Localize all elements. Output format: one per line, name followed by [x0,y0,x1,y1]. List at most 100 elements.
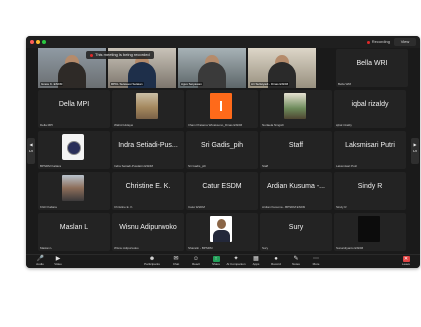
recording-label: Recording [371,39,390,44]
notes-button[interactable]: ✎ Notes [286,256,306,268]
participant-display-name: Ardian Kusuma -... [267,183,325,190]
participant-name: Christine E. K. [114,205,134,209]
participant-tile[interactable]: Maslan L Maslan L [38,213,110,251]
close-window-button[interactable] [30,40,34,44]
participant-tile[interactable]: Sunardiyanto ESDM [334,213,406,251]
profile-photo [210,216,232,242]
participant-tile[interactable]: Christine E. K. Christine E. K. [112,172,184,210]
participant-tile[interactable]: Catur ESDM Catur ESDM [186,172,258,210]
participant-tile[interactable]: Nurlaela Ningsih [260,90,332,128]
participant-name: KGD Kaltara [40,205,57,209]
participant-display-name: Wisnu Adipurwoko [119,224,177,231]
profile-photo [62,175,84,201]
participant-tile[interactable]: Indra Setiadi-Pus... Indra Setiadi-Pusda… [112,131,184,169]
minimize-window-button[interactable] [36,40,40,44]
participants-label: Participants [144,262,160,266]
meeting-toolbar: 🎤 Audio ▶ Video ☻ Participants ✉ Chat ☺ … [26,254,420,268]
participant-name: Sunardiyanto ESDM [336,246,364,250]
participant-display-name: Sri Gadis_pih [200,142,244,149]
participant-tile[interactable]: Irham Pratama Wicaksono_Dinas ESDM [186,90,258,128]
chat-button[interactable]: ✉ Chat [166,256,186,268]
record-button[interactable]: ● Record [266,256,286,268]
participant-name: Wahid Hidayat [114,123,134,127]
next-page-button[interactable]: ▶ 1/2 [411,138,419,164]
participant-name: Catur ESDM [188,205,205,209]
previous-page-button[interactable]: ◀ 1/2 [27,138,35,164]
audio-button[interactable]: 🎤 Audio [30,256,50,268]
profile-photo [284,93,306,119]
participant-display-name: iqbal rizaldy [351,101,389,108]
participant-tile[interactable]: Sri Gadis_pih Sri Gadis_pih [186,131,258,169]
participant-name: Della MPI [40,123,54,127]
participant-tile[interactable]: BPSDM Kaltara [38,131,110,169]
participant-tile[interactable]: Della MPI Della MPI [38,90,110,128]
view-button[interactable]: View [394,38,416,46]
participant-name: BPSDM Kaltara [40,164,62,168]
participant-tile[interactable]: Bella WRI Bella WRI [336,49,408,87]
apps-label: Apps [252,262,260,266]
participant-name: Ardian Kusuma - BPSDM ESDM [262,205,306,209]
participant-tile[interactable]: KGD Kaltara [38,172,110,210]
participant-display-name: Laksmisari Putri [345,142,395,149]
participant-name: Sri Gadis_pih [188,164,207,168]
participant-tile[interactable]: Wahid Hidayat [112,90,184,128]
participant-name: Sindy R [336,205,347,209]
participant-display-name: Sury [288,224,304,231]
participant-display-name: Catur ESDM [202,183,242,190]
share-button[interactable]: ↑ Share [206,256,226,268]
participant-tile[interactable]: Ardian Kusuma -... Ardian Kusuma - BPSDM… [260,172,332,210]
chevron-right-icon: ▶ [413,142,417,147]
participant-display-name: Bella WRI [356,60,388,67]
participant-name: Sury [262,246,269,250]
more-button[interactable]: ⋯ More [306,256,326,268]
participant-display-name: Indra Setiadi-Pus... [118,142,178,149]
participant-tile[interactable]: Laksmisari Putri Laksmisari Putri [334,131,406,169]
ai-companion-label: AI Companion [226,262,246,266]
chevron-left-icon: ◀ [29,142,33,147]
participant-name: Wisnu Adipurwoko [114,246,139,250]
participant-display-name: Staff [288,142,304,149]
profile-photo [358,216,380,242]
leave-button[interactable]: ✕ Leave [396,256,416,268]
react-button[interactable]: ☺ React [186,256,206,268]
maximize-window-button[interactable] [42,40,46,44]
participant-display-name: Della MPI [58,101,90,108]
title-bar: Recording View [26,36,420,48]
participants-button[interactable]: ☻ Participants [142,256,162,268]
participant-tile[interactable]: Wisnu Adipurwoko Wisnu Adipurwoko [112,213,184,251]
video-button[interactable]: ▶ Video [48,256,68,268]
chat-label: Chat [172,262,180,266]
audio-label: Audio [36,262,44,266]
participant-display-name: Sindy R [357,183,383,190]
participant-name: Bella WRI [338,82,352,86]
participant-tile[interactable]: Sharatin - BPSDM [186,213,258,251]
ai-companion-button[interactable]: ✦ AI Companion [226,256,246,268]
profile-photo [136,93,158,119]
record-label: Record [271,262,281,266]
participant-name: Maslan L [40,246,53,250]
notes-label: Notes [292,262,300,266]
participant-tile[interactable]: Sindy R Sindy R [334,172,406,210]
video-label: Video [54,262,62,266]
participant-display-name: Maslan L [59,224,89,231]
react-label: React [192,262,200,266]
profile-avatar [210,93,232,119]
participant-name: Staff [262,164,269,168]
participant-tile[interactable]: Sury Sury [260,213,332,251]
profile-logo [62,134,84,160]
participant-name: Irham Pratama Wicaksono_Dinas ESDM [188,123,243,127]
participant-name: Laksmisari Putri [336,164,358,168]
apps-button[interactable]: ▦ Apps [246,256,266,268]
recording-indicator: Recording [366,38,390,46]
leave-label: Leave [401,262,411,266]
participant-name: Indra Setiadi-Pusdatin ESDM [114,164,154,168]
participant-name: Sharatin - BPSDM [188,246,213,250]
page-indicator-right: 1/2 [412,149,418,153]
zoom-window: Recording View Grace K. ESDM RPKL Sulawe… [26,36,420,268]
participant-tile[interactable]: Staff Staff [260,131,332,169]
participant-tile[interactable]: iqbal rizaldy iqbal rizaldy [334,90,406,128]
recording-dot-icon [366,40,370,44]
participant-display-name: Christine E. K. [125,183,171,190]
more-label: More [312,262,320,266]
participant-name: Nurlaela Ningsih [262,123,285,127]
